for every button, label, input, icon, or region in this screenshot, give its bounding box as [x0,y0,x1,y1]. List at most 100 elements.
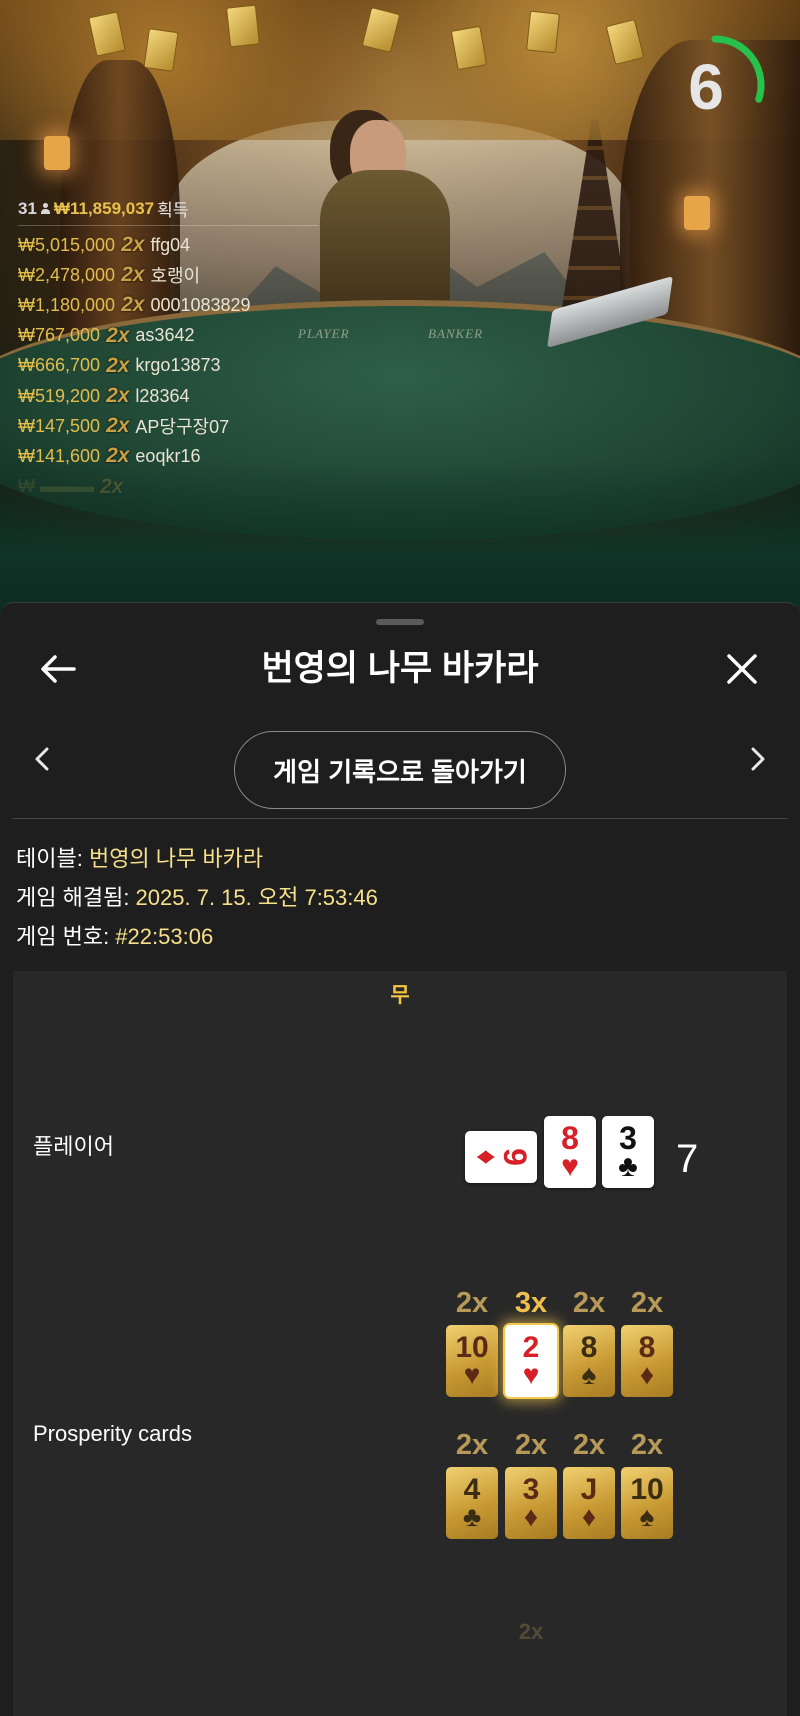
winner-row: ₩2,478,000 2x 호랭이 [18,260,318,290]
diamond-suit-icon: ♦ [581,1501,597,1532]
spade-suit-icon: ♠ [639,1501,655,1532]
info-resolved: 게임 해결됨: 2025. 7. 15. 오전 7:53:46 [16,878,786,917]
timer-value: 6 [688,51,724,123]
next-round-button[interactable] [740,737,776,781]
winner-amount-faded: ₩ ▬▬▬ [18,476,94,497]
info-table-value: 번영의 나무 바카라 [88,846,264,871]
info-number-label: 게임 번호: [16,924,116,949]
player-card-1: 9 ♦ [465,1131,537,1183]
info-table: 테이블: 번영의 나무 바카라 [16,839,786,878]
diamond-suit-icon: ♦ [523,1501,539,1532]
prosperity-card: 4 ♣ [446,1467,498,1539]
winner-multiplier: 2x [121,263,145,287]
dealer-dress [320,170,450,320]
winner-amount: ₩519,200 [18,385,101,406]
prosperity-multiplier: 2x [630,1429,664,1461]
hanging-gold-card [525,10,561,54]
person-icon [40,202,51,215]
prosperity-card: 8 ♠ [563,1325,615,1397]
previous-round-button[interactable] [24,737,60,781]
club-suit-icon: ♣ [462,1501,482,1532]
winner-row: ₩5,015,000 2x ffg04 [18,230,318,260]
winner-row: ₩147,500 2x AP당구장07 [18,411,318,441]
player-card-2: 8 ♥ [544,1116,596,1188]
panel-title: 번영의 나무 바카라 [261,649,539,688]
player-label: 플레이어 [33,1134,114,1159]
winner-amount: ₩767,000 [18,325,101,346]
winner-row-partial: ₩ ▬▬▬ 2x [18,472,318,502]
winner-row: ₩519,200 2x l28364 [18,381,318,411]
prosperity-multiplier: 2x [514,1429,548,1461]
winner-amount: ₩1,180,000 [18,294,116,315]
winner-username: 0001083829 [150,294,251,315]
winner-multiplier: 2x [106,323,130,347]
winner-row: ₩141,600 2x eoqkr16 [18,441,318,471]
player-card-3: 3 ♣ [602,1116,654,1188]
prosperity-multiplier: 2x [572,1287,606,1319]
winner-multiplier-faded: 2x [100,474,124,498]
hanging-gold-card [225,4,261,48]
drag-handle[interactable] [376,619,424,625]
prosperity-card: 3 ♦ [505,1467,557,1539]
winner-multiplier: 2x [106,384,130,408]
winners-total: ₩11,859,037 [53,198,155,218]
winner-multiplier: 2x [121,293,145,317]
winner-multiplier: 2x [106,444,130,468]
winner-amount: ₩147,500 [18,415,101,436]
winner-username: krgo13873 [135,355,221,376]
winners-summary: 31 ₩11,859,037 획득 [18,196,318,226]
winner-username: as3642 [135,325,195,346]
divider [12,818,788,819]
winner-amount: ₩5,015,000 [18,234,116,255]
info-resolved-label: 게임 해결됨: [16,885,136,910]
hanging-gold-card [143,28,179,72]
winner-username: ffg04 [150,234,191,255]
chevron-right-icon [751,747,765,771]
prosperity-label: Prosperity cards [33,1421,192,1446]
diamond-suit-icon: ♦ [639,1359,655,1390]
winners-count: 31 [18,198,37,218]
lantern-icon [684,196,710,230]
outcome-label: 무 [390,984,410,1007]
winner-username: 호랭이 [150,266,201,287]
close-button[interactable] [720,647,764,691]
prosperity-card: J ♦ [563,1467,615,1539]
winner-row: ₩767,000 2x as3642 [18,321,318,351]
countdown-timer: 6 [660,30,770,140]
info-table-label: 테이블: [16,846,89,871]
heart-suit-icon: ♥ [561,1150,579,1183]
prosperity-card: 10 ♥ [446,1325,498,1397]
table-banker-text: BANKER [428,326,484,341]
winner-row: ₩1,180,000 2x 0001083829 [18,290,318,320]
prosperity-multiplier: 2x [455,1287,489,1319]
prosperity-card: 8 ♦ [621,1325,673,1397]
prosperity-card-highlighted: 2 ♥ [505,1325,557,1397]
winner-amount: ₩666,700 [18,355,101,376]
player-card-1-rank: 9 [496,1148,533,1166]
prosperity-multiplier: 2x [572,1429,606,1461]
lantern-icon [44,136,70,170]
club-suit-icon: ♣ [618,1150,638,1183]
winner-username: AP당구장07 [135,417,230,438]
close-icon [727,654,757,684]
info-number: 게임 번호: #22:53:06 [16,917,786,956]
winner-multiplier: 2x [106,414,130,438]
winner-amount: ₩2,478,000 [18,264,116,285]
prosperity-multiplier-partial: 2x [518,1619,544,1644]
prosperity-card: 10 ♠ [621,1467,673,1539]
spade-suit-icon: ♠ [581,1359,597,1390]
game-detail-panel: 번영의 나무 바카라 게임 기록으로 돌아가기 테이블: 번영의 나무 바카라 … [0,602,800,1716]
chevron-left-icon [35,747,49,771]
heart-suit-icon: ♥ [463,1359,481,1390]
game-info: 테이블: 번영의 나무 바카라 게임 해결됨: 2025. 7. 15. 오전 … [16,839,786,956]
winner-amount: ₩141,600 [18,445,101,466]
diamond-suit-icon: ♦ [469,1149,503,1165]
heart-suit-icon: ♥ [522,1359,540,1390]
back-to-history-button[interactable]: 게임 기록으로 돌아가기 [234,731,566,809]
info-number-value: #22:53:06 [115,924,214,949]
player-total: 7 [676,1137,699,1181]
prosperity-multiplier: 2x [455,1429,489,1461]
winner-username: l28364 [135,385,190,406]
prosperity-multiplier: 3x [514,1287,548,1319]
info-resolved-value: 2025. 7. 15. 오전 7:53:46 [135,885,378,910]
